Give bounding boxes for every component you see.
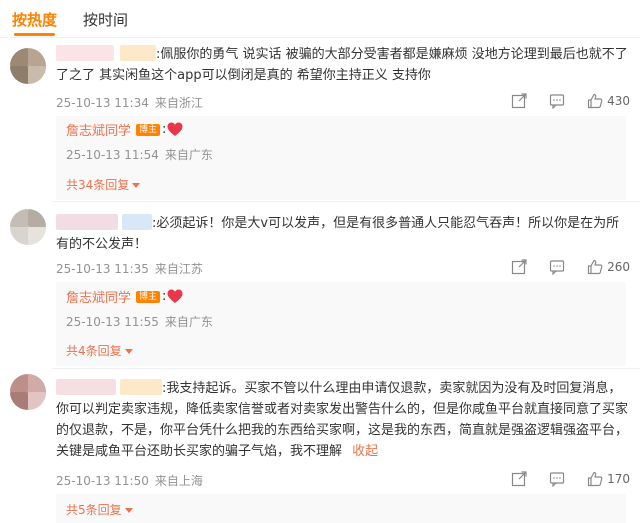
- caret-down-icon: [132, 182, 141, 188]
- comment-actions: 170: [489, 471, 630, 487]
- comment-meta: 25-10-13 11:50 来自上海: [56, 472, 203, 489]
- user-name-blur[interactable]: [120, 45, 156, 61]
- caret-down-icon: [124, 348, 133, 354]
- comment-text: :佩服你的勇气 说实话 被骗的大部分受害者都是嫌麻烦 没地方论理到最后也就不了了…: [56, 45, 628, 83]
- reply-preview: 共5条回复: [56, 494, 626, 523]
- forward-icon[interactable]: [511, 471, 527, 487]
- avatar[interactable]: [10, 374, 46, 410]
- reply-preview: 詹志斌同学 博主 : 25-10-13 11:54 来自广东 共34条回复: [56, 116, 626, 200]
- comment-icon[interactable]: [549, 93, 565, 109]
- tabs-divider: [0, 37, 640, 38]
- reply-location: 来自广东: [164, 148, 213, 162]
- author-badge: 博主: [136, 123, 161, 136]
- author-badge: 博主: [136, 290, 161, 303]
- caret-down-icon: [124, 507, 133, 513]
- more-replies-link[interactable]: 共4条回复: [66, 342, 133, 359]
- user-name-blur[interactable]: [120, 379, 162, 395]
- reply-time: 25-10-13 11:54: [66, 148, 159, 162]
- more-replies-link[interactable]: 共34条回复: [66, 176, 141, 193]
- like-icon[interactable]: [587, 471, 603, 487]
- reply-time: 25-10-13 11:55: [66, 315, 159, 329]
- more-replies-link[interactable]: 共5条回复: [66, 501, 133, 518]
- tab-by-hot[interactable]: 按热度: [12, 9, 57, 36]
- reply-author-name[interactable]: 詹志斌同学: [66, 120, 131, 139]
- user-name-blur[interactable]: [122, 214, 152, 230]
- comment-actions: 430: [489, 93, 630, 109]
- like-icon[interactable]: [587, 93, 603, 109]
- comment-icon[interactable]: [549, 259, 565, 275]
- comment-location: 来自浙江: [154, 96, 203, 110]
- comment-actions: 260: [489, 259, 630, 275]
- sort-tabs: 按热度 按时间: [12, 0, 154, 36]
- reply-meta: 25-10-13 11:55 来自广东: [66, 313, 213, 330]
- like-icon[interactable]: [587, 259, 603, 275]
- comment-meta: 25-10-13 11:34 来自浙江: [56, 94, 203, 111]
- forward-icon[interactable]: [511, 93, 527, 109]
- divider: [52, 368, 640, 369]
- comment-icon[interactable]: [549, 471, 565, 487]
- avatar[interactable]: [10, 209, 46, 245]
- user-name[interactable]: [56, 45, 114, 61]
- user-name[interactable]: [56, 379, 116, 395]
- tab-by-time[interactable]: 按时间: [83, 9, 128, 36]
- reply-meta: 25-10-13 11:54 来自广东: [66, 146, 213, 163]
- avatar[interactable]: [10, 48, 46, 84]
- comment-time: 25-10-13 11:35: [56, 262, 149, 276]
- comment-location: 来自江苏: [154, 262, 203, 276]
- forward-icon[interactable]: [511, 259, 527, 275]
- like-count: 260: [607, 260, 630, 274]
- reply-location: 来自广东: [164, 315, 213, 329]
- comment-text: :必须起诉！你是大v可以发声，但是有很多普通人只能忍气吞声！所以你是在为所有的不…: [56, 214, 620, 252]
- reply-preview: 詹志斌同学 博主 : 25-10-13 11:55 来自广东 共4条回复: [56, 282, 626, 366]
- heart-emoji-icon: [167, 289, 183, 303]
- comment-location: 来自上海: [154, 474, 203, 488]
- comment-time: 25-10-13 11:34: [56, 96, 149, 110]
- comment-time: 25-10-13 11:50: [56, 474, 149, 488]
- user-name[interactable]: [56, 214, 118, 230]
- divider: [52, 201, 640, 202]
- comment-meta: 25-10-13 11:35 来自江苏: [56, 260, 203, 277]
- like-count: 430: [607, 94, 630, 108]
- heart-emoji-icon: [167, 122, 183, 136]
- like-count: 170: [607, 472, 630, 486]
- comment-text: :我支持起诉。买家不管以什么理由申请仅退款，卖家就因为没有及时回复消息，你可以判…: [56, 379, 629, 459]
- collapse-link[interactable]: 收起: [352, 444, 378, 459]
- reply-author-name[interactable]: 詹志斌同学: [66, 287, 131, 306]
